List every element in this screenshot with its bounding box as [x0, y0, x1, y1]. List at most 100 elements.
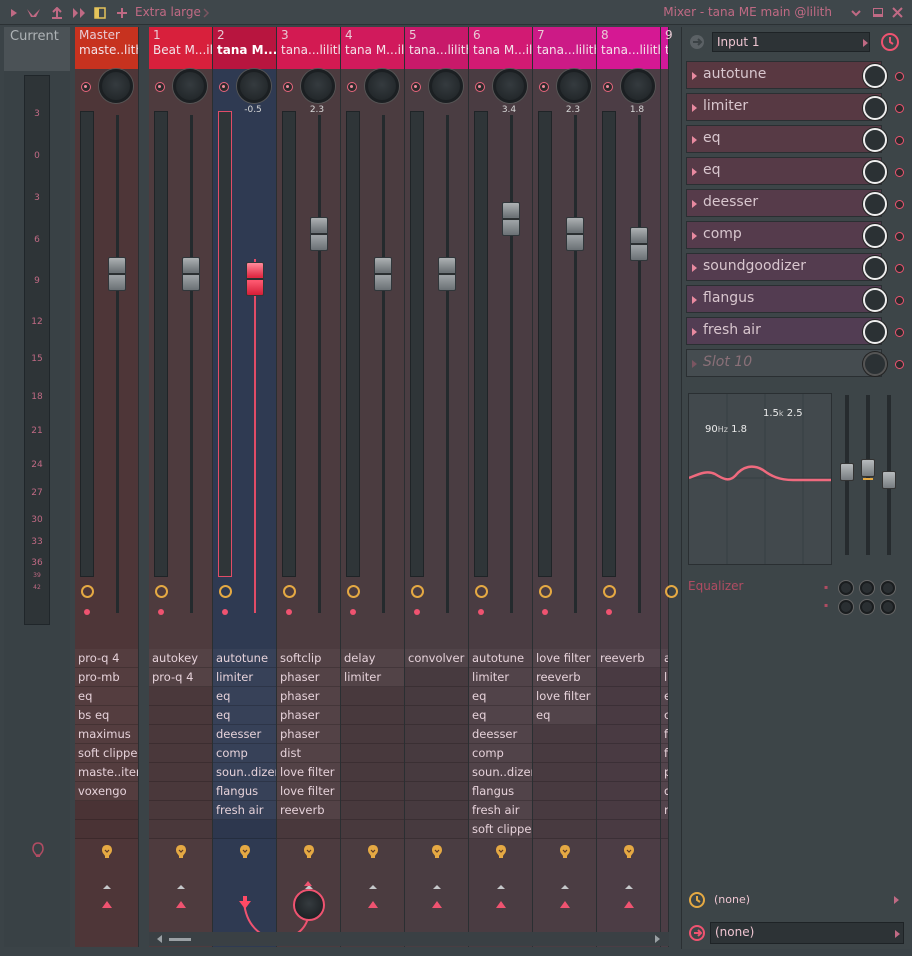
fx-slot-9[interactable]: fresh air — [686, 317, 904, 345]
fx-slot[interactable]: autokey — [149, 649, 212, 668]
fx-enable-led[interactable] — [895, 360, 904, 369]
layout-icon[interactable] — [94, 7, 106, 19]
fx-slot[interactable] — [149, 801, 212, 820]
record-arm-dot[interactable] — [542, 609, 548, 615]
fx-slot[interactable] — [533, 820, 596, 839]
fx-slot[interactable]: autotune — [469, 649, 532, 668]
record-arm-dot[interactable] — [286, 609, 292, 615]
fx-slot[interactable] — [75, 820, 138, 839]
strip-header[interactable]: Master maste..lith — [75, 27, 138, 69]
fx-slot[interactable]: comp — [469, 744, 532, 763]
fx-slot[interactable]: comp — [213, 744, 276, 763]
strip-header[interactable]: 8 tana...lilith — [597, 27, 660, 69]
mute-led[interactable] — [283, 82, 293, 92]
fader-track[interactable] — [446, 115, 449, 613]
zoom-size-label[interactable]: Extra large — [135, 5, 201, 19]
fx-slot[interactable]: maste..iter — [75, 763, 138, 782]
fx-enable-led[interactable] — [895, 328, 904, 337]
fx-slot[interactable] — [597, 763, 660, 782]
fx-slot[interactable]: eq — [213, 687, 276, 706]
fx-slot[interactable] — [75, 801, 138, 820]
strip-header[interactable]: 3 tana...lilith — [277, 27, 340, 69]
volume-fader[interactable] — [566, 217, 584, 251]
mute-led[interactable] — [347, 82, 357, 92]
volume-fader[interactable] — [310, 217, 328, 251]
maximize-button[interactable] — [873, 8, 883, 17]
record-arm-dot[interactable] — [222, 609, 228, 615]
fx-slot[interactable] — [149, 763, 212, 782]
fx-slot[interactable]: pro-q 4 — [149, 668, 212, 687]
send-arrow-icon[interactable] — [624, 901, 634, 908]
fx-slot[interactable]: p — [661, 763, 668, 782]
send-arrow-icon[interactable] — [496, 901, 506, 908]
volume-fader[interactable] — [108, 257, 126, 291]
fx-slot[interactable] — [405, 820, 468, 839]
mixer-strip-2[interactable]: 2 tana M...ilith -0.5 autotunelimitereqe… — [213, 27, 277, 947]
pan-knob[interactable] — [237, 69, 271, 103]
strip-header[interactable]: 6 tana M...ilith — [469, 27, 532, 69]
fx-slot[interactable]: pro-q 4 — [75, 649, 138, 668]
send-up-icon[interactable] — [561, 885, 569, 889]
route-icon[interactable] — [72, 7, 86, 19]
send-arrow-icon[interactable] — [176, 901, 186, 908]
fx-slot[interactable] — [533, 763, 596, 782]
strip-header[interactable]: 2 tana M...ilith — [213, 27, 276, 69]
pan-knob[interactable] — [301, 69, 335, 103]
lamp-icon[interactable] — [239, 844, 251, 858]
fx-slot[interactable]: reeverb — [533, 668, 596, 687]
fx-slot[interactable]: delay — [341, 649, 404, 668]
fx-slot[interactable] — [597, 706, 660, 725]
fx-slot[interactable] — [149, 706, 212, 725]
link-icon[interactable] — [50, 7, 64, 19]
record-arm-dot[interactable] — [158, 609, 164, 615]
chevron-down-icon[interactable] — [850, 7, 862, 19]
fx-slot[interactable]: reeverb — [597, 649, 660, 668]
fx-slot[interactable]: eq — [213, 706, 276, 725]
eq-bw-knob-1[interactable] — [839, 600, 853, 614]
eq-band1-gain-handle[interactable] — [840, 463, 854, 481]
fx-slot[interactable] — [405, 782, 468, 801]
clock-icon[interactable] — [603, 585, 616, 598]
fx-slot[interactable]: love filter — [533, 687, 596, 706]
mixer-strip-3[interactable]: 3 tana...lilith 2.3 softclip phaser phaser… — [277, 27, 341, 947]
fx-slot[interactable] — [661, 820, 668, 839]
fx-slot[interactable]: fl — [661, 744, 668, 763]
fx-slot[interactable] — [533, 782, 596, 801]
fx-mix-knob[interactable] — [863, 64, 887, 88]
fx-slot[interactable] — [405, 801, 468, 820]
fx-slot[interactable] — [597, 801, 660, 820]
fx-slot[interactable]: eq — [469, 706, 532, 725]
chevron-right-icon[interactable] — [202, 7, 210, 19]
fx-slot[interactable] — [597, 668, 660, 687]
scroll-thumb[interactable] — [169, 938, 191, 941]
fx-slot-10[interactable]: Slot 10 — [686, 349, 904, 377]
mute-led[interactable] — [155, 82, 165, 92]
fx-slot[interactable] — [405, 725, 468, 744]
fx-slot-2[interactable]: limiter — [686, 93, 904, 121]
fx-enable-led[interactable] — [895, 104, 904, 113]
fx-slot[interactable]: dist — [277, 744, 340, 763]
fader-track[interactable] — [382, 115, 385, 613]
mixer-strip-5[interactable]: 5 tana...lilith convolver — [405, 27, 469, 947]
fx-enable-led[interactable] — [895, 200, 904, 209]
lamp-icon[interactable] — [367, 844, 379, 858]
volume-fader[interactable] — [630, 227, 648, 261]
fx-slot[interactable]: d — [661, 782, 668, 801]
fx-slot-7[interactable]: soundgoodizer — [686, 253, 904, 281]
record-arm-dot[interactable] — [478, 609, 484, 615]
fx-slot[interactable]: love filter — [277, 763, 340, 782]
fx-slot[interactable] — [149, 782, 212, 801]
pan-knob[interactable] — [99, 69, 133, 103]
fx-slot[interactable] — [405, 763, 468, 782]
fx-slot[interactable]: phaser — [277, 668, 340, 687]
mixer-strip-6[interactable]: 6 tana M...ilith 3.4 autotunelimitereqeq… — [469, 27, 533, 947]
output-select[interactable]: (none) — [710, 922, 904, 944]
fx-slot[interactable] — [405, 706, 468, 725]
fx-slot[interactable] — [341, 782, 404, 801]
fx-mix-knob[interactable] — [863, 352, 887, 376]
mixer-strip-9[interactable]: 9 t aliecflflpdr — [661, 27, 678, 947]
fx-slot[interactable] — [341, 744, 404, 763]
mixer-strip-4[interactable]: 4 tana M...ilith delaylimiter — [341, 27, 405, 947]
fx-slot[interactable]: soft clipper — [469, 820, 532, 839]
clock-icon[interactable] — [81, 585, 94, 598]
